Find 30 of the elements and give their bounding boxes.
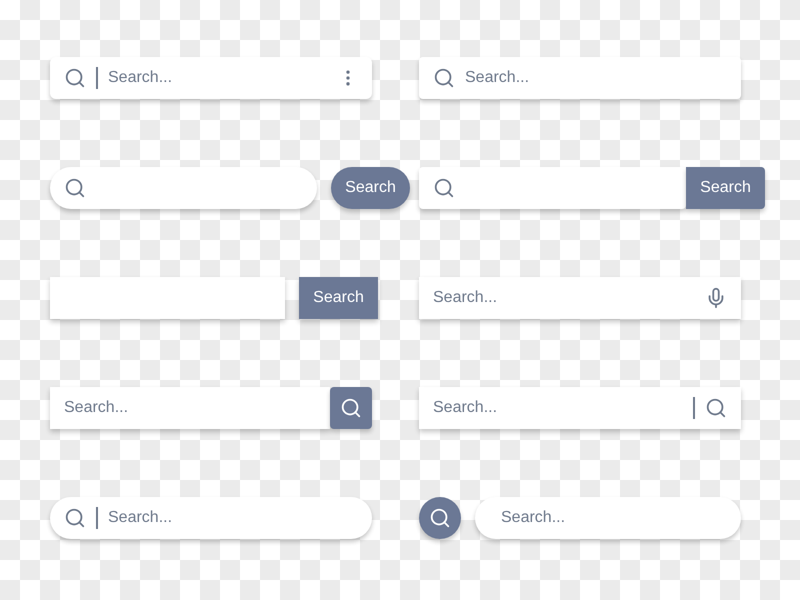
search-input[interactable]: Search... (108, 69, 328, 87)
search-input[interactable]: Search... (433, 289, 695, 307)
search-field[interactable]: Search... (50, 387, 330, 429)
search-button[interactable]: Search (686, 167, 765, 209)
search-icon (64, 177, 86, 199)
search-input[interactable]: Search... (433, 399, 683, 417)
search-icon (64, 507, 86, 529)
search-field[interactable] (50, 167, 317, 209)
search-button[interactable] (419, 497, 461, 539)
search-button[interactable]: Search (299, 277, 378, 319)
search-input[interactable]: Search... (64, 399, 316, 417)
search-field[interactable] (419, 167, 686, 209)
search-icon (64, 67, 86, 89)
search-input[interactable]: Search... (108, 509, 358, 527)
search-input[interactable]: Search... (501, 509, 727, 527)
search-icon (429, 507, 451, 529)
search-field[interactable]: Search... (50, 497, 372, 539)
search-button[interactable]: Search (331, 167, 410, 209)
search-field[interactable]: Search... (475, 497, 741, 539)
search-icon (340, 397, 362, 419)
search-icon (705, 397, 727, 419)
search-button[interactable] (330, 387, 372, 429)
search-field[interactable]: Search... (419, 387, 741, 429)
search-field[interactable]: Search... (419, 57, 741, 99)
search-field[interactable]: Search... (419, 277, 741, 319)
search-field[interactable] (50, 277, 285, 319)
search-input[interactable]: Search... (465, 69, 727, 87)
search-field[interactable]: Search... (50, 57, 372, 99)
search-icon (433, 177, 455, 199)
search-icon (433, 67, 455, 89)
